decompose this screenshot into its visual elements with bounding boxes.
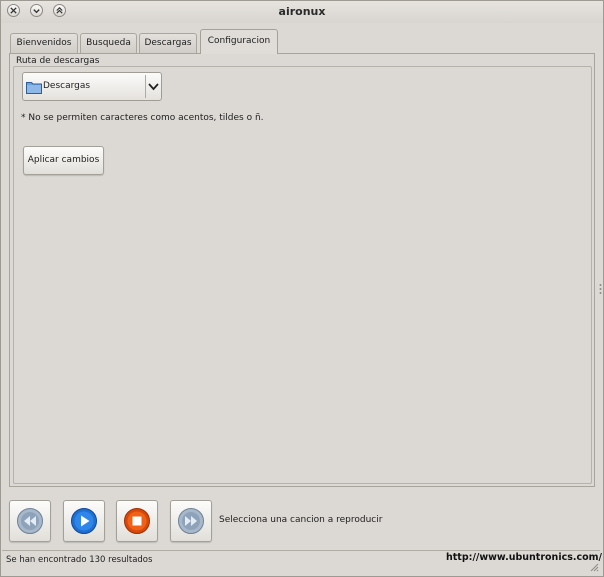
chevron-down-icon[interactable] xyxy=(148,82,159,91)
tab-descargas[interactable]: Descargas xyxy=(139,33,197,53)
now-playing-label: Selecciona una cancion a reproducir xyxy=(219,515,383,525)
character-restriction-note: * No se permiten caracteres como acentos… xyxy=(21,113,264,123)
stop-icon xyxy=(124,508,150,534)
tab-busqueda[interactable]: Busqueda xyxy=(80,33,137,53)
download-path-group xyxy=(13,66,592,484)
fast-forward-icon xyxy=(178,508,204,534)
status-message: Se han encontrado 130 resultados xyxy=(6,555,153,565)
rewind-icon xyxy=(17,508,43,534)
resize-grip-icon[interactable] xyxy=(589,562,599,572)
fast-forward-button[interactable] xyxy=(170,500,212,542)
window-title: aironux xyxy=(278,5,326,18)
group-label: Ruta de descargas xyxy=(16,56,100,66)
selected-folder: Descargas xyxy=(43,81,91,91)
apply-changes-button[interactable]: Aplicar cambios xyxy=(23,146,104,175)
tab-bienvenidos[interactable]: Bienvenidos xyxy=(10,33,78,53)
tab-configuracion[interactable]: Configuracion xyxy=(200,29,278,54)
folder-icon xyxy=(26,82,42,94)
play-icon xyxy=(71,508,97,534)
stop-button[interactable] xyxy=(116,500,158,542)
side-resize-handle[interactable] xyxy=(599,283,602,295)
rewind-button[interactable] xyxy=(9,500,51,542)
download-folder-select[interactable]: Descargas xyxy=(22,72,162,101)
play-button[interactable] xyxy=(63,500,105,542)
website-link[interactable]: http://www.ubuntronics.com/ xyxy=(446,552,602,563)
title-bar[interactable]: aironux xyxy=(1,1,603,23)
